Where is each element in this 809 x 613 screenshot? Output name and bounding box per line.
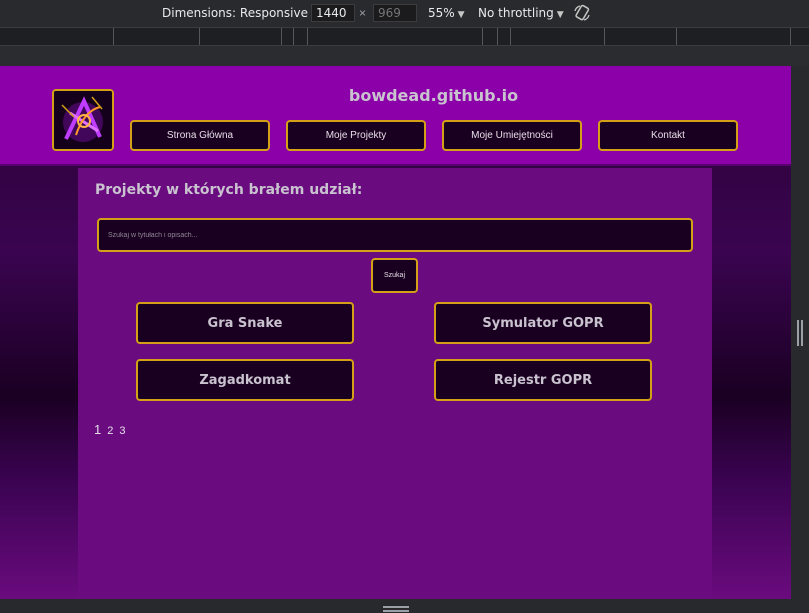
search-input[interactable] — [97, 218, 693, 252]
ruler-tick — [790, 28, 791, 45]
ruler-tick — [482, 28, 483, 45]
projects-panel: Projekty w których brałem udział: Szukaj… — [78, 168, 712, 599]
devtools-device-toolbar: Dimensions: Responsive▼ × 55%▼ No thrott… — [0, 0, 809, 27]
ruler-tick — [510, 28, 511, 45]
resize-grip-icon — [383, 606, 409, 608]
dimensions-dropdown[interactable]: Dimensions: Responsive▼ — [162, 6, 318, 20]
nav-kontakt[interactable]: Kontakt — [598, 120, 738, 151]
media-query-ruler — [0, 27, 809, 46]
page-link-2[interactable]: 2 — [107, 425, 113, 437]
zoom-label: 55% — [428, 6, 455, 20]
height-input[interactable] — [373, 4, 417, 22]
ruler-tick — [281, 28, 282, 45]
ruler-tick — [307, 28, 308, 45]
project-card-zagadkomat[interactable]: Zagadkomat — [136, 359, 354, 401]
resize-grip-icon — [797, 320, 799, 346]
viewport-resize-bottom[interactable] — [0, 599, 809, 613]
pagination: 1 2 3 — [94, 422, 125, 437]
ruler-tick — [604, 28, 605, 45]
throttling-dropdown[interactable]: No throttling ▼ — [478, 6, 564, 20]
width-input[interactable] — [311, 4, 355, 22]
times-label: × — [359, 6, 367, 20]
nav-strona-glowna[interactable]: Strona Główna — [130, 120, 270, 151]
caret-down-icon: ▼ — [556, 10, 564, 20]
emulated-viewport: bowdead.github.io Strona Główna Moje Pro… — [0, 66, 791, 599]
rotate-icon[interactable] — [572, 3, 592, 23]
section-title: Projekty w których brałem udział: — [95, 182, 363, 198]
caret-down-icon: ▼ — [457, 10, 465, 20]
project-card-symulator-gopr[interactable]: Symulator GOPR — [434, 302, 652, 344]
page-link-1[interactable]: 1 — [94, 422, 101, 437]
site-title[interactable]: bowdead.github.io — [0, 86, 791, 105]
nav-moje-umiejetnosci[interactable]: Moje Umiejętności — [442, 120, 582, 151]
nav-moje-projekty[interactable]: Moje Projekty — [286, 120, 426, 151]
ruler-tick — [293, 28, 294, 45]
viewport-resize-right[interactable] — [791, 66, 809, 599]
project-card-gra-snake[interactable]: Gra Snake — [136, 302, 354, 344]
ruler-tick — [113, 28, 114, 45]
ruler-tick — [676, 28, 677, 45]
throttling-label: No throttling — [478, 6, 554, 20]
search-button[interactable]: Szukaj — [371, 258, 418, 293]
dimensions-label: Dimensions: Responsive — [162, 6, 308, 20]
project-card-rejestr-gopr[interactable]: Rejestr GOPR — [434, 359, 652, 401]
page-link-3[interactable]: 3 — [119, 425, 125, 437]
ruler-gap — [0, 46, 809, 66]
zoom-dropdown[interactable]: 55% ▼ — [428, 6, 465, 20]
site-header: bowdead.github.io Strona Główna Moje Pro… — [0, 66, 791, 166]
ruler-tick — [497, 28, 498, 45]
ruler-tick — [199, 28, 200, 45]
